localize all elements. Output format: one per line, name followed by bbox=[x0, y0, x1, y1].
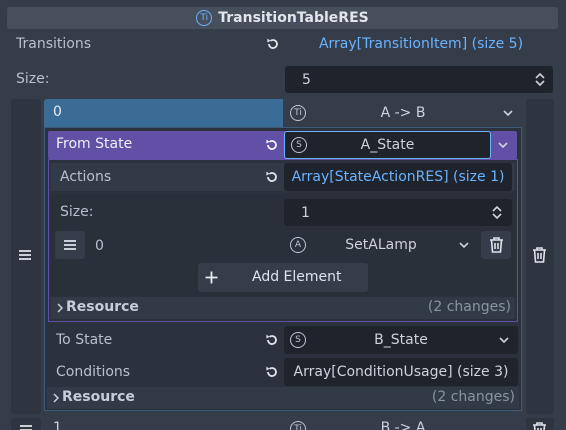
state-res-icon: S bbox=[291, 137, 307, 153]
state-res-icon: S bbox=[290, 332, 306, 348]
trash-icon bbox=[490, 237, 503, 253]
item0-index: 0 bbox=[53, 104, 62, 120]
item1-side-panel-right bbox=[526, 418, 554, 430]
add-element-label: Add Element bbox=[252, 269, 342, 285]
item1-type-dropdown[interactable]: Ti B -> A bbox=[284, 418, 522, 430]
from-state-picker[interactable]: S A_State bbox=[284, 131, 491, 159]
revert-icon[interactable] bbox=[265, 365, 279, 379]
transitions-array-button[interactable]: Array[TransitionItem] (size 5) bbox=[286, 34, 556, 54]
outer-resource-label: Resource bbox=[62, 389, 135, 405]
revert-icon[interactable] bbox=[266, 37, 280, 51]
revert-icon[interactable] bbox=[265, 170, 279, 184]
action-item-drag-handle[interactable] bbox=[55, 231, 85, 259]
spin-arrows-icon[interactable] bbox=[492, 206, 502, 219]
outer-resource-row[interactable]: Resource (2 changes) bbox=[47, 387, 519, 409]
action-item-picker[interactable]: A SetALamp bbox=[284, 231, 478, 259]
inner-resource-row[interactable]: Resource (2 changes) bbox=[51, 297, 515, 319]
chevron-down-icon bbox=[499, 337, 509, 344]
item1-side-panel-left bbox=[11, 418, 41, 430]
from-state-value: A_State bbox=[360, 137, 415, 153]
transition-item-icon: Ti bbox=[290, 421, 306, 430]
action-res-icon: A bbox=[290, 237, 306, 253]
from-state-dropdown-button[interactable] bbox=[492, 131, 517, 159]
chevron-down-icon bbox=[498, 142, 508, 149]
transition-item-icon: Ti bbox=[290, 105, 306, 121]
chevron-down-icon bbox=[459, 242, 469, 249]
drag-handle-icon[interactable] bbox=[19, 424, 33, 430]
conditions-array-button[interactable]: Array[ConditionUsage] (size 3) bbox=[284, 358, 518, 386]
item1-type-value: B -> A bbox=[380, 420, 426, 430]
actions-size-label: Size: bbox=[60, 204, 94, 220]
actions-array-button[interactable]: Array[StateActionRES] (size 1) bbox=[284, 163, 512, 191]
chevron-right-icon bbox=[57, 303, 63, 313]
item0-index-bar[interactable]: 0 bbox=[44, 99, 283, 127]
action-item-value: SetALamp bbox=[345, 237, 417, 253]
add-element-button[interactable]: Add Element bbox=[198, 263, 368, 292]
transition-table-res-icon: Ti bbox=[196, 10, 213, 26]
size-value: 5 bbox=[302, 71, 311, 88]
to-state-value: B_State bbox=[374, 332, 428, 348]
action-item-delete-button[interactable] bbox=[481, 231, 511, 259]
actions-size-value: 1 bbox=[301, 204, 310, 221]
item0-type-dropdown[interactable]: Ti A -> B bbox=[284, 99, 522, 127]
size-label: Size: bbox=[16, 71, 50, 87]
action-item-index: 0 bbox=[95, 238, 104, 254]
revert-icon[interactable] bbox=[265, 333, 279, 347]
conditions-label: Conditions bbox=[56, 364, 131, 380]
inner-resource-label: Resource bbox=[66, 299, 139, 315]
trash-icon[interactable] bbox=[532, 247, 547, 263]
actions-size-spinbox[interactable]: 1 bbox=[284, 199, 512, 226]
from-state-label: From State bbox=[56, 136, 133, 152]
to-state-picker[interactable]: S B_State bbox=[284, 326, 518, 354]
conditions-value: Array[ConditionUsage] (size 3) bbox=[293, 364, 509, 380]
revert-icon[interactable] bbox=[265, 138, 279, 152]
trash-icon[interactable] bbox=[532, 422, 547, 430]
chevron-right-icon bbox=[53, 393, 59, 403]
to-state-label: To State bbox=[56, 332, 113, 348]
actions-label: Actions bbox=[60, 169, 112, 185]
item1-index-bar[interactable]: 1 bbox=[44, 418, 283, 430]
chevron-down-icon bbox=[503, 110, 513, 117]
drag-handle-icon[interactable] bbox=[18, 249, 32, 261]
inner-resource-changes: (2 changes) bbox=[427, 299, 511, 315]
spin-arrows-icon[interactable] bbox=[535, 73, 545, 86]
transitions-label: Transitions bbox=[16, 36, 91, 52]
header-title: TransitionTableRES bbox=[218, 10, 369, 26]
item1-index: 1 bbox=[53, 420, 62, 430]
item0-type-value: A -> B bbox=[380, 105, 426, 121]
drag-handle-icon bbox=[64, 240, 76, 250]
size-spinbox[interactable]: 5 bbox=[285, 66, 553, 93]
outer-resource-changes: (2 changes) bbox=[431, 389, 515, 405]
inspector-header: Ti TransitionTableRES bbox=[7, 7, 558, 29]
plus-icon bbox=[205, 271, 218, 284]
